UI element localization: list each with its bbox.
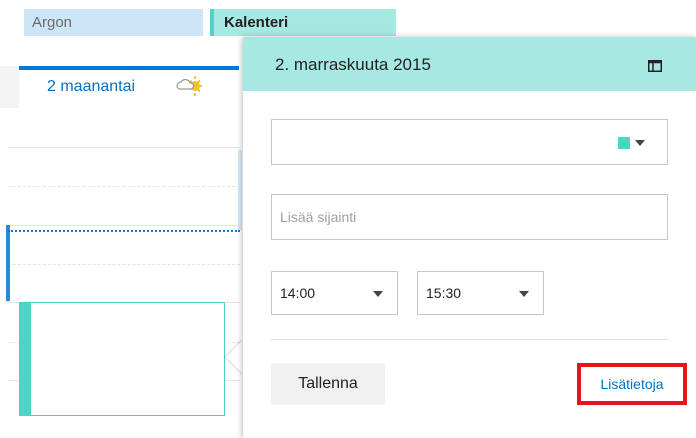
expand-window-icon[interactable]	[648, 59, 662, 72]
hour-line	[8, 225, 240, 226]
new-event-color-bar	[19, 302, 31, 416]
end-time-value: 15:30	[426, 285, 462, 301]
save-button[interactable]: Tallenna	[271, 363, 385, 405]
location-input[interactable]	[271, 194, 668, 240]
half-hour-line	[8, 186, 240, 187]
current-time-marker	[6, 225, 10, 301]
half-hour-line	[8, 264, 240, 265]
chevron-down-icon	[519, 291, 529, 297]
calendar-tag-kalenteri[interactable]: Kalenteri	[210, 9, 396, 36]
hour-line	[8, 147, 240, 148]
day-column-gutter	[0, 66, 19, 108]
calendar-view: Argon Kalenteri 2 maanantai 2. marraskuu…	[0, 0, 696, 438]
new-event-block[interactable]	[19, 302, 225, 416]
more-details-link[interactable]: Lisätietoja	[577, 363, 687, 405]
start-time-dropdown[interactable]: 14:00	[271, 271, 398, 315]
today-indicator-bar	[19, 66, 239, 70]
popup-pointer	[226, 339, 244, 375]
popup-header: 2. marraskuuta 2015	[243, 37, 696, 91]
day-header[interactable]: 2 maanantai	[47, 78, 135, 96]
divider	[271, 339, 668, 340]
partly-sunny-icon	[174, 73, 204, 99]
existing-event-edge	[238, 150, 242, 230]
chevron-down-icon	[373, 291, 383, 297]
quick-event-popup: 2. marraskuuta 2015 14:00 15:30 Tallenna…	[243, 37, 696, 438]
chevron-down-icon[interactable]	[635, 140, 645, 146]
calendar-tag-argon[interactable]: Argon	[24, 9, 203, 36]
popup-date-title: 2. marraskuuta 2015	[275, 55, 431, 74]
current-time-line	[8, 230, 240, 232]
end-time-dropdown[interactable]: 15:30	[417, 271, 544, 315]
event-title-field[interactable]	[271, 119, 668, 165]
calendar-color-swatch[interactable]	[618, 137, 630, 149]
start-time-value: 14:00	[280, 285, 316, 301]
